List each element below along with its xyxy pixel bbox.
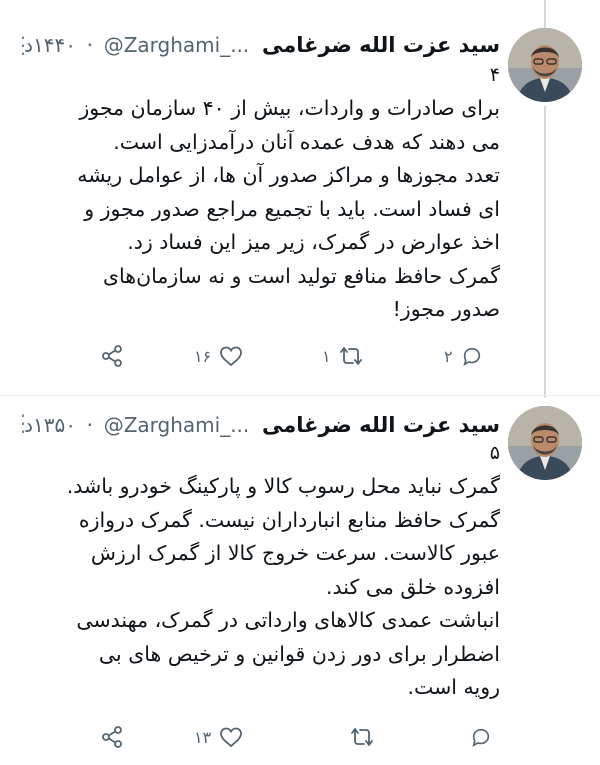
tweet-text: برای صادرات و واردات، بیش از ۴۰ سازمان م… (77, 96, 500, 321)
tweet-time[interactable]: ۱۴۴۰د (24, 33, 76, 57)
reply-icon (472, 728, 490, 747)
avatar[interactable] (508, 406, 582, 480)
tweet-actions: ۲ ۱ ۱۶ (0, 341, 600, 371)
heart-icon (220, 346, 243, 367)
heart-icon (220, 727, 243, 748)
share-icon (102, 345, 122, 367)
more-icon[interactable]: · · · (18, 406, 28, 442)
reply-icon (462, 347, 480, 366)
tweet-text: گمرک نباید محل رسوب کالا و پارکینگ خودرو… (66, 474, 500, 699)
share-button[interactable] (100, 722, 124, 752)
avatar[interactable] (508, 28, 582, 102)
tweet[interactable]: سید عزت الله ضرغامی @Zarghami_... · ۱۳۵۰… (0, 396, 600, 765)
author-name[interactable]: سید عزت الله ضرغامی (262, 413, 500, 437)
separator-dot: · (86, 33, 94, 57)
retweet-icon (339, 347, 362, 365)
share-button[interactable] (100, 341, 124, 371)
tweet-header: سید عزت الله ضرغامی @Zarghami_... · ۱۳۵۰… (24, 410, 500, 440)
more-icon[interactable]: · · · (18, 28, 28, 64)
thread-number: ۴ (489, 64, 500, 86)
avatar-image (508, 406, 582, 480)
reply-button[interactable] (462, 722, 492, 752)
tweet-actions: ۱۳ (0, 722, 600, 752)
separator-dot: · (86, 413, 94, 437)
retweet-button[interactable]: ۱ (322, 341, 363, 371)
thread-number: ۵ (489, 442, 500, 464)
retweet-count: ۱ (322, 346, 331, 366)
like-count: ۱۳ (194, 727, 212, 747)
retweet-icon (351, 728, 373, 746)
like-button[interactable]: ۱۶ (194, 341, 243, 371)
like-button[interactable]: ۱۳ (194, 722, 243, 752)
author-handle[interactable]: @Zarghami_... (104, 413, 250, 437)
tweet-header: سید عزت الله ضرغامی @Zarghami_... · ۱۴۴۰… (24, 30, 500, 60)
tweet-time[interactable]: ۱۳۵۰د (24, 413, 76, 437)
avatar-image (508, 28, 582, 102)
author-name[interactable]: سید عزت الله ضرغامی (262, 33, 500, 57)
author-handle[interactable]: @Zarghami_... (104, 33, 250, 57)
like-count: ۱۶ (194, 346, 212, 366)
retweet-button[interactable] (342, 722, 374, 752)
reply-button[interactable]: ۲ (444, 341, 483, 371)
share-icon (102, 726, 122, 748)
tweet[interactable]: سید عزت الله ضرغامی @Zarghami_... · ۱۴۴۰… (0, 0, 600, 395)
reply-count: ۲ (444, 346, 453, 366)
